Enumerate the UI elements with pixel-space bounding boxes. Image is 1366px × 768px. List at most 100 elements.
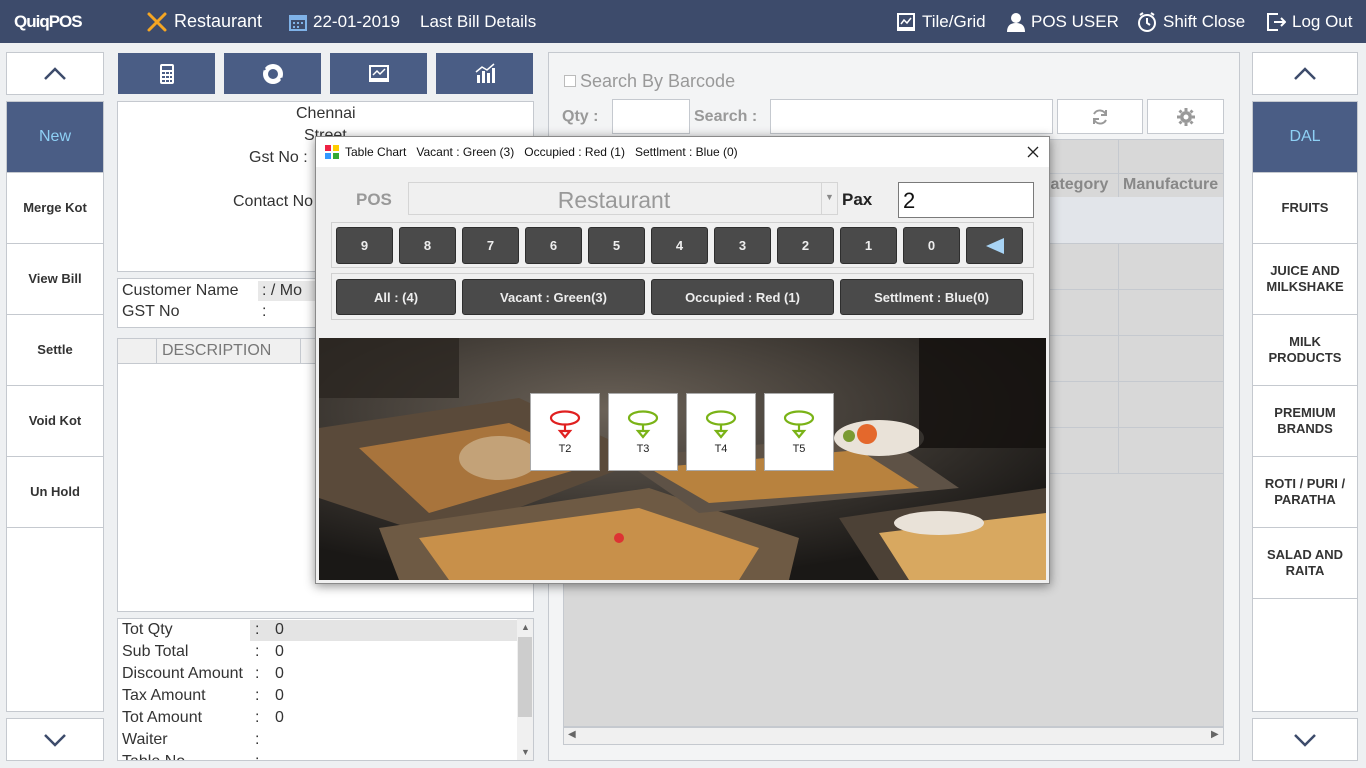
- col-description[interactable]: DESCRIPTION: [162, 342, 271, 360]
- menu-view-bill[interactable]: View Bill: [7, 244, 103, 315]
- shift-close-button[interactable]: Shift Close: [1137, 0, 1245, 43]
- key-1[interactable]: 1: [840, 227, 897, 264]
- key-9[interactable]: 9: [336, 227, 393, 264]
- table-view-button[interactable]: [330, 53, 427, 94]
- left-scroll-up-button[interactable]: [6, 52, 104, 95]
- table-occupied-icon: [549, 410, 581, 439]
- pos-select-value: Restaurant: [557, 187, 671, 213]
- calendar-icon: [289, 14, 307, 31]
- search-input[interactable]: [770, 99, 1053, 134]
- chevron-down-icon: [1294, 733, 1316, 747]
- totals-scrollbar[interactable]: ▲ ▼: [517, 619, 533, 760]
- logout-button[interactable]: Log Out: [1266, 0, 1353, 43]
- sub-total-value: 0: [275, 643, 284, 660]
- menu-void-kot[interactable]: Void Kot: [7, 386, 103, 457]
- filter-occupied[interactable]: Occupied : Red (1): [651, 279, 834, 315]
- grid-hscrollbar[interactable]: ◀ ▶: [563, 727, 1224, 745]
- qty-label: Qty :: [562, 108, 599, 125]
- pax-label: Pax: [842, 190, 873, 209]
- tot-qty-label: Tot Qty: [122, 621, 173, 638]
- category-fruits[interactable]: FRUITS: [1253, 173, 1357, 244]
- refresh-money-button[interactable]: [224, 53, 321, 94]
- pos-select[interactable]: Restaurant ▼: [408, 182, 838, 215]
- header-divider: [156, 339, 157, 364]
- key-7[interactable]: 7: [462, 227, 519, 264]
- backspace-arrow-icon: [985, 237, 1004, 254]
- right-scroll-down-button[interactable]: [1252, 718, 1358, 761]
- refresh-button[interactable]: [1057, 99, 1143, 134]
- col-manufacture[interactable]: Manufacture: [1123, 176, 1218, 194]
- dialog-close-button[interactable]: [1021, 141, 1045, 163]
- section-restaurant[interactable]: Restaurant: [146, 0, 262, 43]
- table-card-t2[interactable]: T2: [530, 393, 600, 471]
- calculator-icon: [159, 63, 174, 84]
- tile-grid-button[interactable]: Tile/Grid: [896, 0, 986, 43]
- user-menu[interactable]: POS USER: [1007, 0, 1119, 43]
- header-divider: [300, 339, 301, 364]
- key-6[interactable]: 6: [525, 227, 582, 264]
- table-name: T4: [714, 443, 728, 455]
- category-salad-and-raita[interactable]: SALAD AND RAITA: [1253, 528, 1357, 599]
- filter-vacant[interactable]: Vacant : Green(3): [462, 279, 645, 315]
- colon: :: [255, 731, 260, 748]
- key-0[interactable]: 0: [903, 227, 960, 264]
- scroll-down-arrow-icon[interactable]: ▼: [521, 747, 530, 757]
- left-scroll-down-button[interactable]: [6, 718, 104, 761]
- settings-button[interactable]: [1147, 99, 1224, 134]
- reports-button[interactable]: [436, 53, 533, 94]
- category-dal[interactable]: DAL: [1253, 102, 1357, 173]
- menu-settle[interactable]: Settle: [7, 315, 103, 386]
- dialog-title: Table Chart Vacant : Green (3) Occupied …: [345, 145, 738, 159]
- tax-amount-value: 0: [275, 687, 284, 704]
- select-divider: [821, 183, 822, 214]
- last-bill-details-link[interactable]: Last Bill Details: [420, 0, 536, 43]
- customer-name-value: : / Mo: [262, 282, 303, 299]
- category-juice-and-milkshake[interactable]: JUICE AND MILKSHAKE: [1253, 244, 1357, 315]
- table-card-t5[interactable]: T5: [764, 393, 834, 471]
- table-card-t3[interactable]: T3: [608, 393, 678, 471]
- key-8[interactable]: 8: [399, 227, 456, 264]
- tot-amount-value: 0: [275, 709, 284, 726]
- right-scroll-up-button[interactable]: [1252, 52, 1358, 95]
- menu-un-hold[interactable]: Un Hold: [7, 457, 103, 528]
- table-vacant-icon: [627, 410, 659, 439]
- table-no-label: Table No: [122, 753, 185, 760]
- barcode-checkbox[interactable]: [564, 75, 576, 87]
- key-5[interactable]: 5: [588, 227, 645, 264]
- tot-amount-label: Tot Amount: [122, 709, 203, 726]
- key-3[interactable]: 3: [714, 227, 771, 264]
- dialog-stat-occupied: Occupied : Red (1): [524, 145, 625, 159]
- user-label: POS USER: [1031, 11, 1119, 31]
- scroll-up-arrow-icon[interactable]: ▲: [521, 622, 530, 632]
- presentation-icon: [368, 64, 389, 82]
- category-milk-products[interactable]: MILK PRODUCTS: [1253, 315, 1357, 386]
- scroll-thumb[interactable]: [518, 637, 532, 717]
- chevron-down-icon: [44, 733, 66, 747]
- calculator-button[interactable]: [118, 53, 215, 94]
- backspace-button[interactable]: [966, 227, 1023, 264]
- customer-gst-label: GST No: [122, 303, 180, 320]
- chevron-down-icon[interactable]: ▼: [825, 192, 834, 202]
- date-display[interactable]: 22-01-2019: [289, 0, 400, 43]
- table-name: T3: [636, 443, 650, 455]
- menu-new[interactable]: New: [7, 102, 103, 173]
- left-menu: New Merge Kot View Bill Settle Void Kot …: [6, 101, 104, 712]
- qty-input[interactable]: [612, 99, 690, 134]
- key-2[interactable]: 2: [777, 227, 834, 264]
- pax-input[interactable]: 2: [898, 182, 1034, 218]
- category-premium-brands[interactable]: PREMIUM BRANDS: [1253, 386, 1357, 457]
- table-card-t4[interactable]: T4: [686, 393, 756, 471]
- filter-all[interactable]: All : (4): [336, 279, 456, 315]
- tile-grid-label: Tile/Grid: [922, 11, 986, 31]
- scroll-right-arrow-icon[interactable]: ▶: [1211, 729, 1219, 740]
- category-roti-puri-paratha[interactable]: ROTI / PURI / PARATHA: [1253, 457, 1357, 528]
- table-name: T2: [558, 443, 572, 455]
- key-4[interactable]: 4: [651, 227, 708, 264]
- scroll-left-arrow-icon[interactable]: ◀: [568, 729, 576, 740]
- filter-settlement[interactable]: Settlment : Blue(0): [840, 279, 1023, 315]
- colon: :: [255, 709, 260, 726]
- gear-icon: [1176, 107, 1195, 126]
- menu-merge-kot[interactable]: Merge Kot: [7, 173, 103, 244]
- logo-text-a: Quiq: [14, 11, 50, 31]
- bill-city: Chennai: [296, 105, 356, 122]
